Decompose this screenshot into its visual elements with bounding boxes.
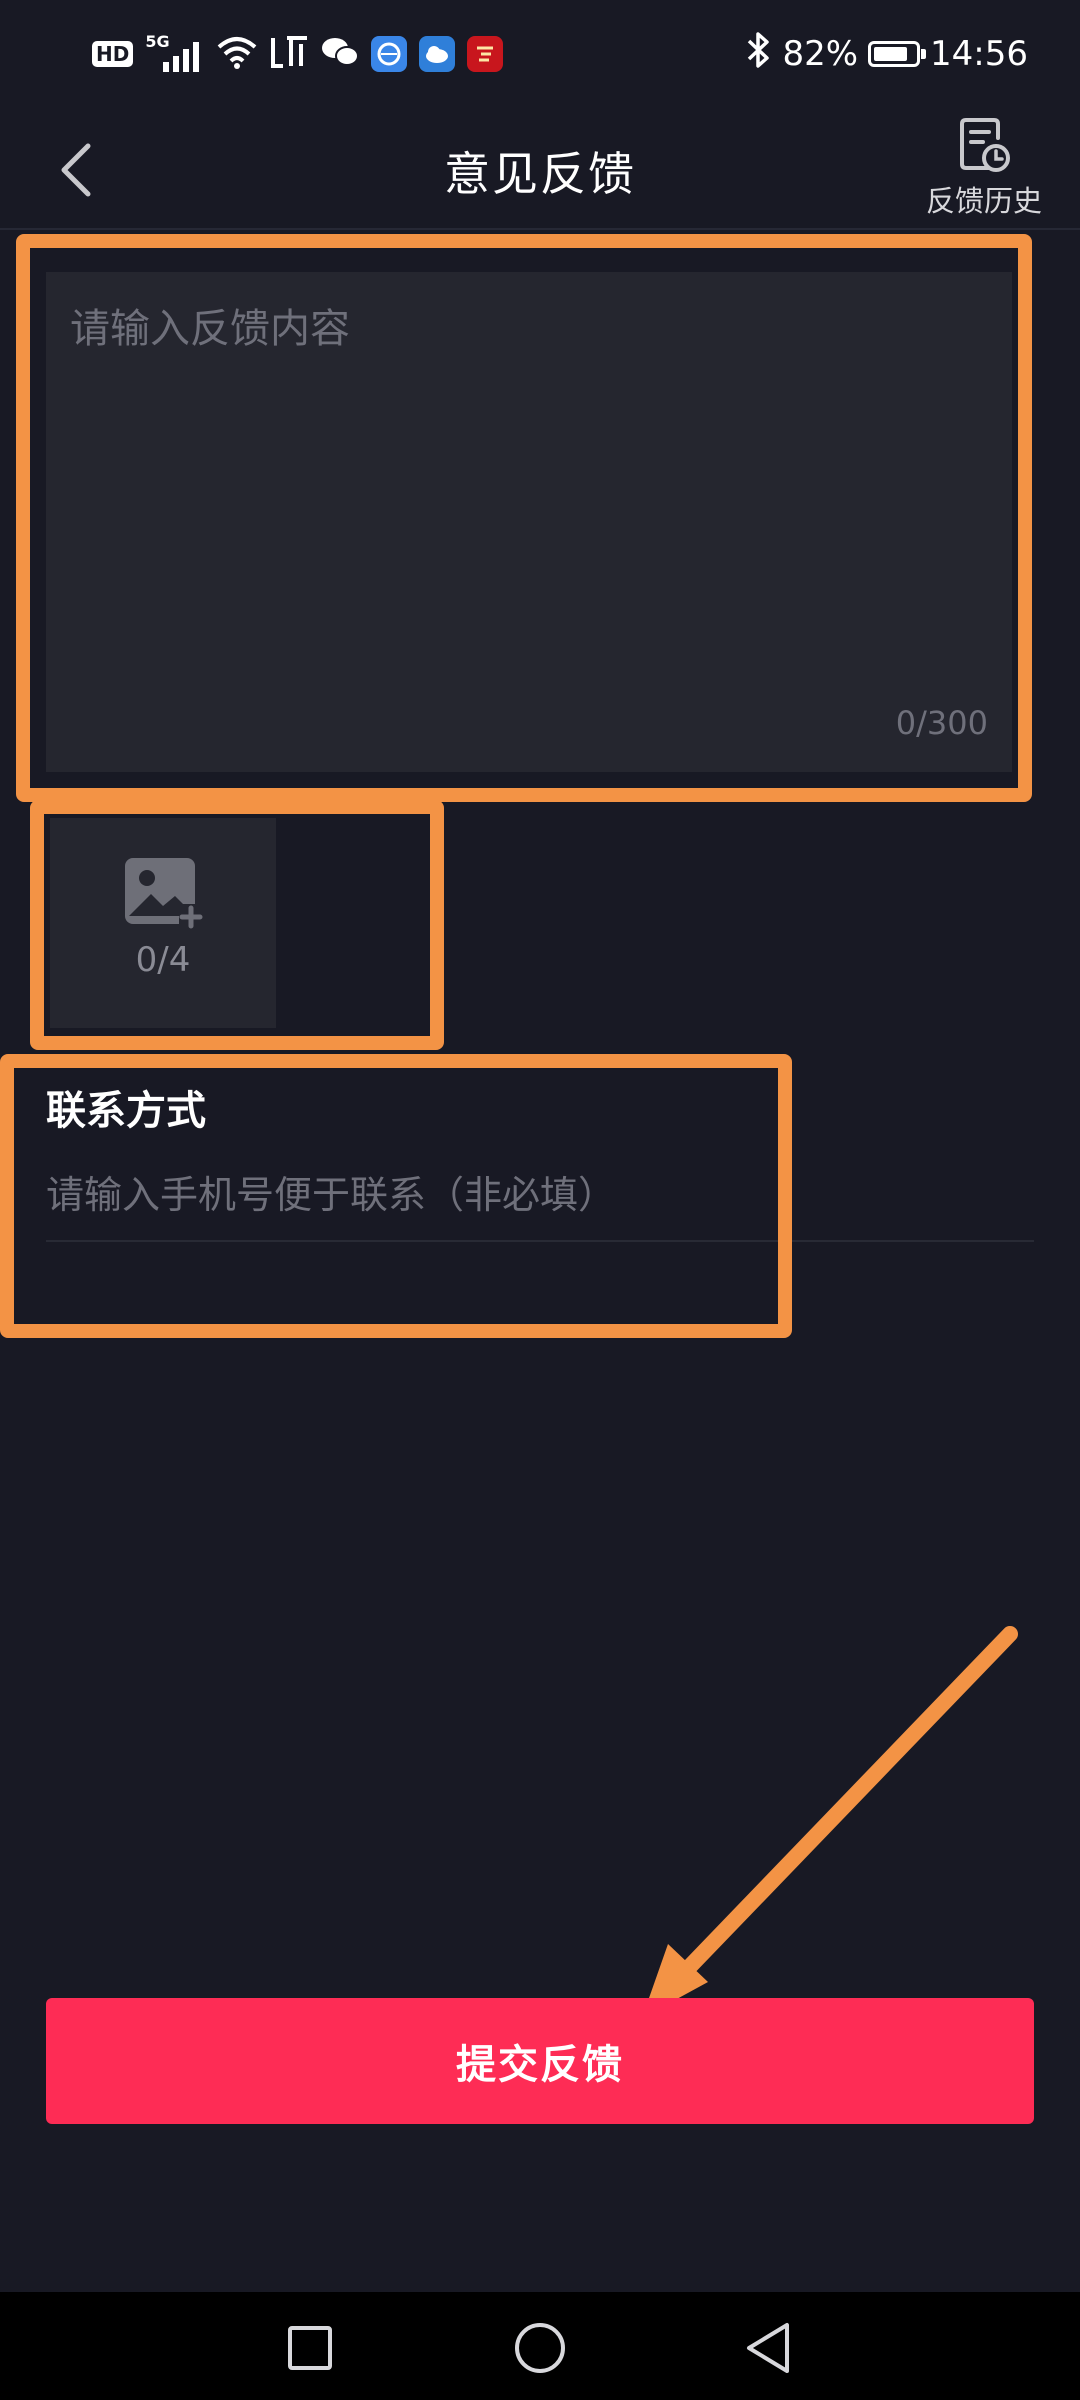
study-app-icon bbox=[467, 36, 504, 72]
weather-icon bbox=[419, 36, 456, 72]
signal-5g-icon: 5G bbox=[145, 32, 205, 76]
wifi-icon bbox=[217, 35, 257, 73]
triangle-back-icon bbox=[747, 2323, 789, 2373]
clock: 14:56 bbox=[930, 34, 1028, 74]
app-header: 意见反馈 反馈历史 bbox=[0, 110, 1080, 230]
battery-cap bbox=[921, 49, 927, 59]
status-bar-left: HD 5G bbox=[92, 28, 504, 80]
feedback-screen: HD 5G 82% 14:56 意见反馈 反馈历史 请输入反馈内容 0/300 … bbox=[0, 0, 1080, 2400]
circle-icon bbox=[515, 2323, 565, 2373]
hd-icon: HD bbox=[92, 41, 134, 67]
back-nav-button[interactable] bbox=[736, 2316, 800, 2380]
battery-fill bbox=[874, 47, 907, 61]
add-image-button[interactable]: 0/4 bbox=[50, 818, 276, 1028]
bluetooth-icon bbox=[746, 31, 772, 78]
system-nav-bar bbox=[0, 2292, 1080, 2400]
history-document-icon bbox=[960, 118, 1010, 172]
square-icon bbox=[288, 2326, 332, 2370]
add-image-icon bbox=[125, 858, 203, 929]
wechat-icon bbox=[321, 36, 360, 72]
feedback-content-input[interactable] bbox=[46, 272, 1012, 772]
feedback-history-button[interactable]: 反馈历史 bbox=[914, 116, 1054, 226]
submit-feedback-button[interactable]: 提交反馈 bbox=[46, 1998, 1034, 2124]
status-bar: HD 5G 82% 14:56 bbox=[0, 0, 1080, 110]
feedback-content-area: 0/300 bbox=[46, 272, 1012, 772]
image-count: 0/4 bbox=[135, 940, 191, 980]
home-button[interactable] bbox=[508, 2316, 572, 2380]
status-bar-right: 82% 14:56 bbox=[746, 28, 1028, 80]
listen-app-icon bbox=[269, 34, 309, 74]
contact-phone-input[interactable] bbox=[46, 1168, 1034, 1242]
feedback-history-label: 反馈历史 bbox=[925, 184, 1042, 218]
browser-icon bbox=[371, 36, 408, 72]
recent-apps-button[interactable] bbox=[278, 2316, 342, 2380]
battery-icon bbox=[868, 41, 927, 67]
contact-section-title: 联系方式 bbox=[46, 1088, 206, 1134]
battery-percent: 82% bbox=[782, 34, 859, 74]
char-counter: 0/300 bbox=[895, 704, 988, 742]
